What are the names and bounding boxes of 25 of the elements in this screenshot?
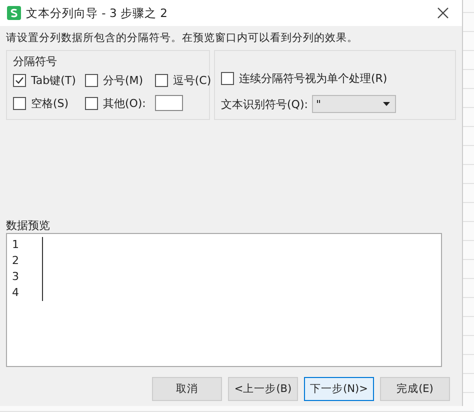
preview-row-text: 2 <box>12 253 20 269</box>
dialog-button[interactable]: <上一步(B) <box>228 377 298 401</box>
other-field[interactable] <box>154 95 183 111</box>
checkbox[interactable]: 逗号(C) <box>154 73 212 88</box>
close-icon[interactable] <box>437 7 449 19</box>
checkbox[interactable]: 其他(O): <box>84 96 146 110</box>
preview-row-text: 4 <box>12 285 20 301</box>
dialog-button[interactable]: 取消 <box>152 377 222 401</box>
qualifier-dropdown[interactable]: " <box>312 95 396 113</box>
checkbox[interactable]: 分号(M) <box>84 73 146 88</box>
checkbox[interactable]: Tab键(T) <box>13 73 76 88</box>
instruction-text: 请设置分列数据所包含的分隔符号。在预览窗口内可以看到分列的效果。 <box>6 31 359 45</box>
app-logo-icon <box>7 6 21 20</box>
qualifier-label: 文本识别符号(Q): <box>221 96 308 112</box>
window-title: 文本分列向导 - 3 步骤之 2 <box>26 6 168 20</box>
preview-row-text: 3 <box>12 269 20 285</box>
caret-icon <box>382 102 390 106</box>
preview-row-text: 1 <box>12 237 20 253</box>
preview-title: 数据预览 <box>6 218 51 233</box>
check-icon <box>14 75 25 86</box>
dialog-button[interactable]: 完成(E) <box>380 377 450 401</box>
group-title: 分隔符号 <box>13 54 58 69</box>
checkbox[interactable]: 空格(S) <box>13 96 76 110</box>
dialog-button[interactable]: 下一步(N)> <box>304 377 374 401</box>
checkbox[interactable]: 连续分隔符号视为单个处理(R) <box>221 71 449 86</box>
